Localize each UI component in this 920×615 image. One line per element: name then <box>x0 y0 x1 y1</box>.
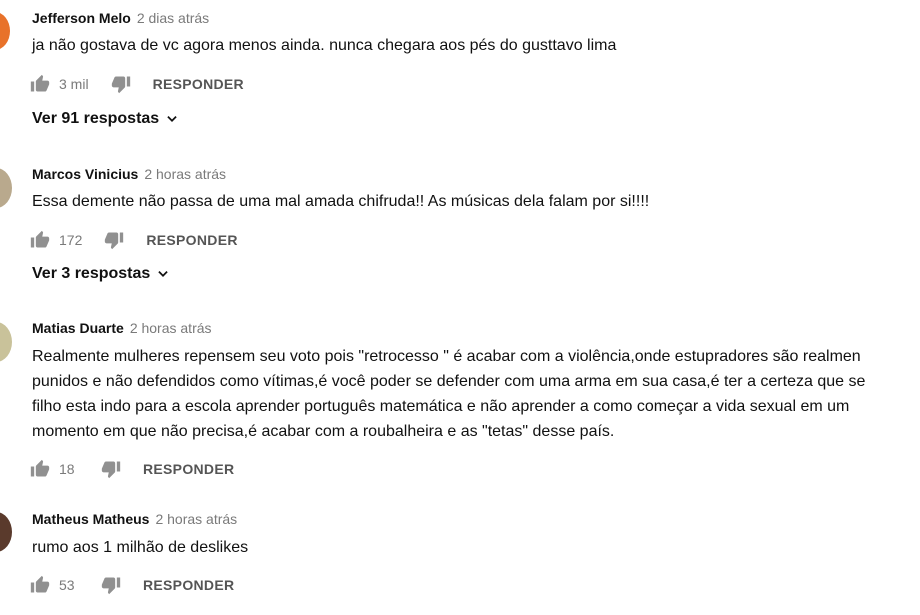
avatar[interactable] <box>0 12 10 50</box>
comment-timestamp[interactable]: 2 horas atrás <box>144 166 226 182</box>
comment-text-line: rumo aos 1 milhão de deslikes <box>32 539 249 556</box>
view-replies-button[interactable]: Ver 3 respostas <box>32 265 170 283</box>
comment-timestamp[interactable]: 2 horas atrás <box>130 320 212 336</box>
comment-text-line: ja não gostava de vc agora menos ainda. … <box>32 37 617 54</box>
comment-author[interactable]: Matias Duarte <box>32 320 124 336</box>
reply-button[interactable]: RESPONDER <box>146 232 237 248</box>
comment-actions: 18 RESPONDER <box>30 458 234 480</box>
comment-text: Essa demente não passa de uma mal amada … <box>32 189 649 214</box>
view-replies-label: Ver 91 respostas <box>32 110 160 127</box>
view-replies-button[interactable]: Ver 91 respostas <box>32 110 179 128</box>
thumbs-up-icon[interactable] <box>30 459 50 479</box>
reply-button[interactable]: RESPONDER <box>153 76 244 92</box>
thumbs-up-icon[interactable] <box>30 74 50 94</box>
comment-text: rumo aos 1 milhão de deslikes <box>32 535 248 560</box>
comment-author[interactable]: Jefferson Melo <box>32 10 131 26</box>
thumbs-down-icon[interactable] <box>104 230 124 250</box>
comments-thread: Jefferson Melo 2 dias atrás ja não gostav… <box>0 0 920 615</box>
avatar[interactable] <box>0 168 12 208</box>
chevron-down-icon <box>158 271 168 277</box>
thumbs-down-icon[interactable] <box>111 74 131 94</box>
comment-text-line: punidos e não defendidos como vítimas,é … <box>32 373 866 390</box>
comment-actions: 172 RESPONDER <box>30 229 238 251</box>
comment-actions: 3 mil RESPONDER <box>30 73 244 95</box>
view-replies-label: Ver 3 respostas <box>32 265 151 282</box>
thumbs-up-icon[interactable] <box>30 230 50 250</box>
comment-author[interactable]: Marcos Vinicius <box>32 166 138 182</box>
comment-text: Realmente mulheres repensem seu voto poi… <box>32 344 865 444</box>
reply-button[interactable]: RESPONDER <box>143 577 234 593</box>
like-count: 18 <box>59 461 75 477</box>
reply-button[interactable]: RESPONDER <box>143 461 234 477</box>
comment-text-line: Essa demente não passa de uma mal amada … <box>32 193 650 210</box>
comment-text-line: Realmente mulheres repensem seu voto poi… <box>32 348 861 365</box>
avatar[interactable] <box>0 512 12 552</box>
chevron-down-icon <box>167 116 177 122</box>
comment-timestamp[interactable]: 2 horas atrás <box>155 511 237 527</box>
comment-text: ja não gostava de vc agora menos ainda. … <box>32 33 616 58</box>
thumbs-down-icon[interactable] <box>101 459 121 479</box>
thumbs-down-icon[interactable] <box>101 575 121 595</box>
like-count: 172 <box>59 232 83 248</box>
like-count: 53 <box>59 577 75 593</box>
comment-actions: 53 RESPONDER <box>30 574 234 596</box>
avatar[interactable] <box>0 322 12 362</box>
comment-timestamp[interactable]: 2 dias atrás <box>137 10 209 26</box>
comment-text-line: momento em que não precisa,é acabar com … <box>32 423 615 440</box>
like-count: 3 mil <box>59 76 89 92</box>
thumbs-up-icon[interactable] <box>30 575 50 595</box>
comment-text-line: filho esta indo para a escola aprender p… <box>32 398 850 415</box>
comment-author[interactable]: Matheus Matheus <box>32 511 149 527</box>
